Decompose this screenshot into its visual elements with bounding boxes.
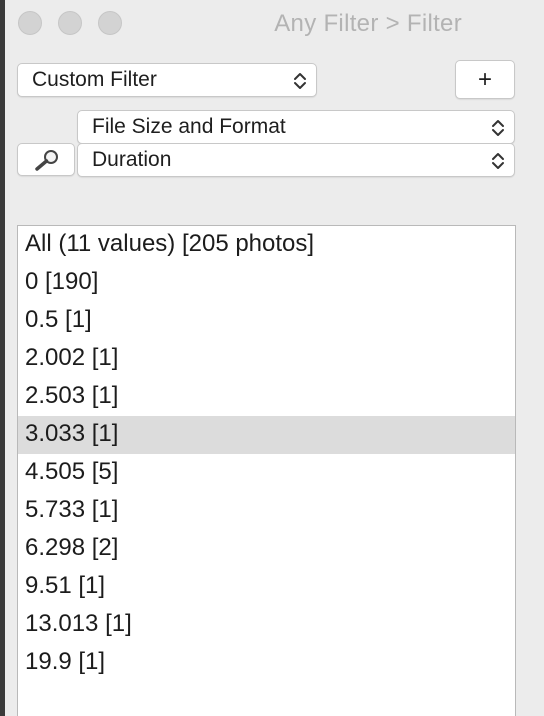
list-item-all[interactable]: All (11 values) [205 photos]: [18, 226, 515, 264]
zoom-window-button[interactable]: [98, 11, 122, 35]
list-item[interactable]: 6.298 [2]: [18, 530, 515, 568]
add-button-label: +: [477, 66, 492, 93]
field-select[interactable]: Duration: [77, 143, 515, 177]
list-item[interactable]: 4.505 [5]: [18, 454, 515, 492]
close-window-button[interactable]: [18, 11, 42, 35]
list-item[interactable]: 0.5 [1]: [18, 302, 515, 340]
preset-select[interactable]: Custom Filter: [17, 63, 317, 97]
filter-window: Any Filter > Filter Custom Filter + File…: [5, 0, 544, 716]
window-title: Any Filter > Filter: [274, 10, 462, 37]
up-down-chevron-icon: [492, 153, 504, 169]
list-item[interactable]: 9.51 [1]: [18, 568, 515, 606]
category-select-value: File Size and Format: [92, 115, 286, 138]
title-bar[interactable]: Any Filter > Filter: [5, 0, 544, 48]
list-item[interactable]: 2.002 [1]: [18, 340, 515, 378]
minimize-window-button[interactable]: [58, 11, 82, 35]
list-item[interactable]: 19.9 [1]: [18, 644, 515, 682]
add-filter-button[interactable]: +: [455, 60, 515, 99]
list-item[interactable]: 5.733 [1]: [18, 492, 515, 530]
preset-select-value: Custom Filter: [32, 68, 157, 91]
list-item-selected[interactable]: 3.033 [1]: [18, 416, 515, 454]
search-button[interactable]: [17, 143, 75, 176]
list-item[interactable]: 0 [190]: [18, 264, 515, 302]
category-select[interactable]: File Size and Format: [77, 110, 515, 144]
values-list[interactable]: All (11 values) [205 photos] 0 [190] 0.5…: [17, 225, 516, 716]
field-select-value: Duration: [92, 148, 172, 171]
list-item[interactable]: 2.503 [1]: [18, 378, 515, 416]
up-down-chevron-icon: [294, 73, 306, 89]
magnifier-icon: [35, 150, 58, 171]
up-down-chevron-icon: [492, 120, 504, 136]
list-item[interactable]: 13.013 [1]: [18, 606, 515, 644]
